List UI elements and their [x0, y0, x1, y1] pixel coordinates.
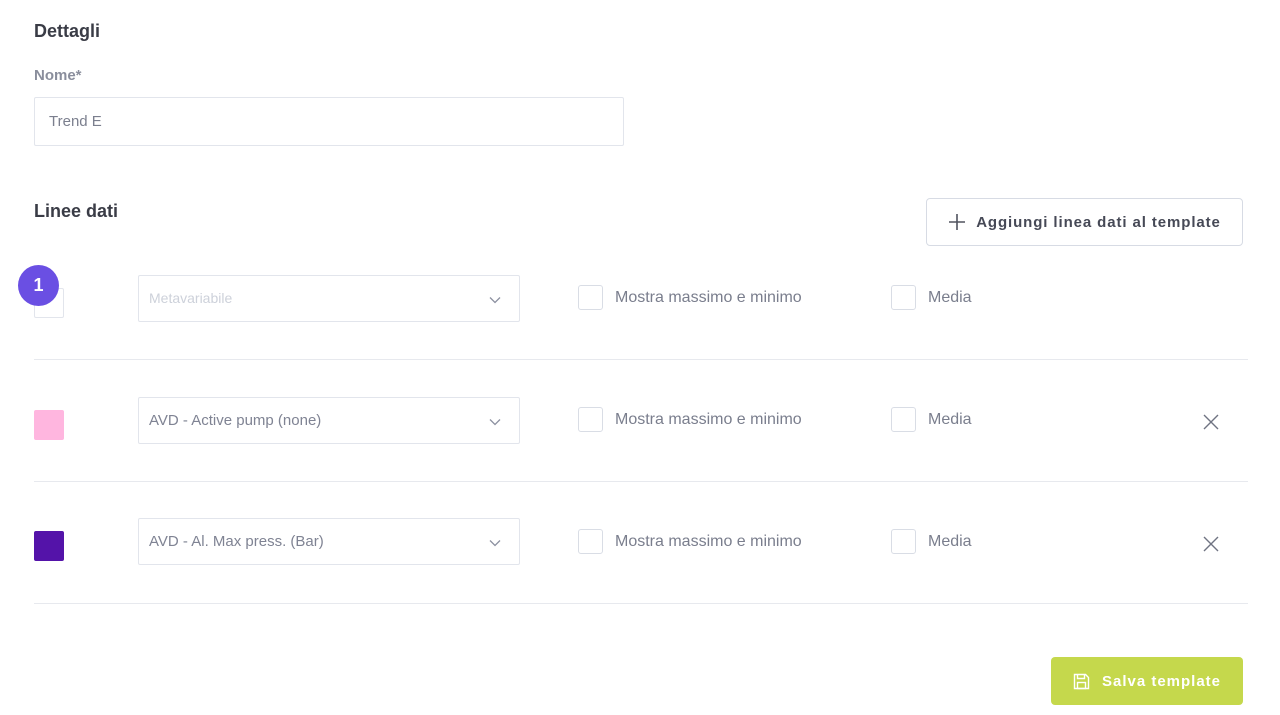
data-line-row: AVD - Active pump (none) Mostra massimo …: [34, 360, 1248, 482]
floppy-disk-icon: [1073, 673, 1090, 689]
close-icon[interactable]: [1202, 535, 1220, 553]
data-lines-title: Linee dati: [34, 201, 119, 221]
template-editor: Dettagli Nome* Linee dati Aggiungi linea…: [0, 0, 1280, 715]
color-swatch[interactable]: [34, 531, 64, 561]
checkbox-box[interactable]: [891, 529, 916, 554]
checkbox-box[interactable]: [578, 285, 603, 310]
checkbox-box[interactable]: [578, 529, 603, 554]
close-icon[interactable]: [1202, 413, 1220, 431]
metavariable-select[interactable]: AVD - Al. Max press. (Bar): [138, 518, 520, 565]
data-line-row: AVD - Al. Max press. (Bar) Mostra massim…: [34, 482, 1248, 604]
metavariable-select[interactable]: Metavariabile: [138, 275, 520, 322]
chevron-down-icon: [489, 297, 501, 304]
media-label: Media: [928, 410, 972, 428]
show-minmax-checkbox[interactable]: Mostra massimo e minimo: [578, 407, 802, 432]
show-minmax-checkbox[interactable]: Mostra massimo e minimo: [578, 529, 802, 554]
metavariable-select[interactable]: AVD - Active pump (none): [138, 397, 520, 444]
save-template-label: Salva template: [1101, 672, 1222, 690]
media-checkbox[interactable]: Media: [891, 285, 972, 310]
data-line-row: Metavariabile Mostra massimo e minimo Me…: [34, 238, 1248, 360]
chevron-down-icon: [489, 419, 501, 426]
details-title: Dettagli: [34, 21, 101, 41]
add-data-line-label: Aggiungi linea dati al template: [976, 213, 1221, 231]
checkbox-box[interactable]: [891, 407, 916, 432]
save-template-button[interactable]: Salva template: [1051, 657, 1243, 705]
show-minmax-label: Mostra massimo e minimo: [615, 410, 802, 428]
step-badge: 1: [18, 265, 59, 306]
select-value: AVD - Al. Max press. (Bar): [149, 533, 324, 550]
media-checkbox[interactable]: Media: [891, 407, 972, 432]
name-input[interactable]: [34, 97, 624, 146]
select-value: AVD - Active pump (none): [149, 412, 322, 429]
chevron-down-icon: [489, 540, 501, 547]
color-swatch[interactable]: [34, 410, 64, 440]
media-label: Media: [928, 532, 972, 550]
name-label: Nome*: [34, 67, 82, 84]
media-checkbox[interactable]: Media: [891, 529, 972, 554]
media-label: Media: [928, 288, 972, 306]
checkbox-box[interactable]: [578, 407, 603, 432]
plus-icon: [949, 214, 966, 230]
show-minmax-checkbox[interactable]: Mostra massimo e minimo: [578, 285, 802, 310]
show-minmax-label: Mostra massimo e minimo: [615, 532, 802, 550]
checkbox-box[interactable]: [891, 285, 916, 310]
show-minmax-label: Mostra massimo e minimo: [615, 288, 802, 306]
select-placeholder: Metavariabile: [149, 290, 233, 306]
